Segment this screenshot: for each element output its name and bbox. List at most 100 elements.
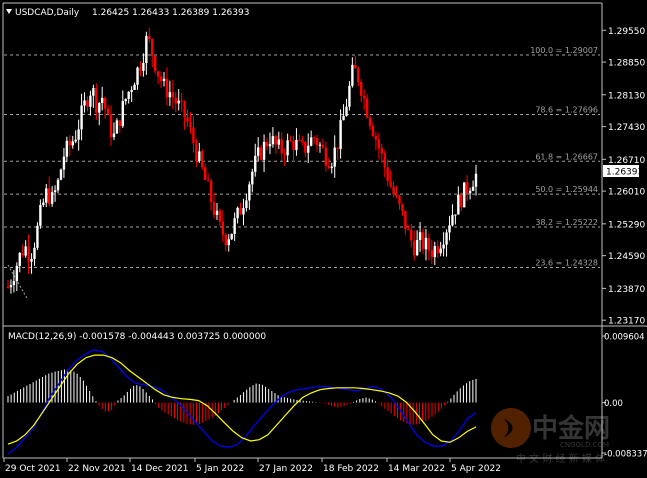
candle-body [30,258,33,262]
x-tick-label: 29 Oct 2021 [5,464,61,474]
candle-body [292,140,295,151]
candle-body [195,143,198,161]
candle-body [277,139,280,145]
candle-body [106,108,110,115]
candle-body [39,204,42,226]
fib-label: 38.2 = 1.25222 [535,218,598,227]
candle-body [65,140,69,157]
candle-body [18,252,21,266]
candle-body [48,188,51,204]
candle-body [9,285,13,288]
candle[interactable] [463,182,466,208]
y-tick-label: 1.25290 [608,220,645,230]
candle-body [148,36,151,40]
candle-body [380,148,384,154]
current-price-tag: 1.26393 [603,165,643,178]
candle-body [392,186,395,195]
candle-body [133,84,136,91]
candle-body [286,140,289,156]
x-tick-label: 14 Dec 2021 [131,464,189,474]
candle[interactable] [230,233,233,241]
candle-body [92,88,95,96]
candle-body [145,36,148,63]
candle-body [427,237,431,251]
candle-body [280,139,283,154]
candle-body [98,103,101,113]
candle-body [312,137,316,139]
candle-body [136,67,139,85]
candle-body [383,153,386,168]
candle-body [436,246,439,254]
candle-body [33,247,36,259]
candle-body [142,62,145,71]
candle-body [345,106,348,116]
candle-body [465,182,469,194]
candle-body [36,225,39,248]
chart-header: USDCAD,Daily 1.26425 1.26433 1.26389 1.2… [6,8,249,18]
y-tick-label: 1.24590 [608,252,645,262]
fib-label: 23.6 = 1.24328 [535,259,598,268]
candle-body [327,165,331,169]
candle-body [451,214,454,226]
candle-body [27,246,30,262]
candle-body [206,180,210,182]
candle-body [42,202,45,205]
y-tick-label: 1.26010 [608,188,645,198]
candle-body [62,156,66,170]
candle-body [239,207,242,215]
candle-body [100,97,104,104]
candle-body [112,133,116,138]
candle-body [295,139,298,151]
candle-body [433,246,436,258]
candle-body [368,117,372,126]
candle-body [130,90,133,92]
candle-body [418,232,422,241]
candle-body [230,233,233,240]
candle-body [77,129,80,140]
candle-body [71,141,74,146]
candle-body [333,147,336,167]
candle-body [318,144,322,146]
x-tick-label: 14 Mar 2022 [388,464,445,474]
candle-body [45,188,48,203]
candle-body [254,155,257,172]
candle-body [424,237,428,250]
chart-canvas[interactable]: 100.0 = 1.29007 78.6 = 1.27696 61.8 = 1.26… [0,0,647,478]
y-tick-label: 1.29550 [608,27,645,37]
candle-body [415,240,419,256]
candle-body [192,127,195,144]
candle-body [121,101,124,127]
candle-body [395,194,398,196]
candle[interactable] [115,118,119,134]
candle-body [151,39,154,57]
candle-body [357,68,360,82]
candle-body [330,166,333,169]
candle-body [410,229,413,241]
candle-body [354,64,357,69]
candle-body [256,147,260,156]
candle-body [198,151,201,161]
candle[interactable] [36,222,39,251]
candle-body [315,138,319,146]
candle-body [83,100,86,106]
candle[interactable] [201,149,204,170]
candle-body [262,141,266,160]
candle-body [56,179,60,191]
candle-body [212,202,216,215]
candle-body [421,232,425,250]
candle-body [218,210,222,222]
candle-body [309,137,313,146]
candle[interactable] [153,55,157,74]
fib-label: 100.0 = 1.29007 [530,46,598,55]
current-price-label: 1.26393 [606,168,643,178]
candle-body [245,200,248,209]
symbol-timeframe: USDCAD,Daily [15,8,80,18]
candle-body [404,210,407,230]
candle[interactable] [59,168,63,181]
candle-body [457,194,460,215]
candle-body [374,136,378,140]
candle-body [109,114,113,138]
candle-body [201,151,204,168]
candle-body [74,139,77,142]
candle-body [209,180,213,203]
